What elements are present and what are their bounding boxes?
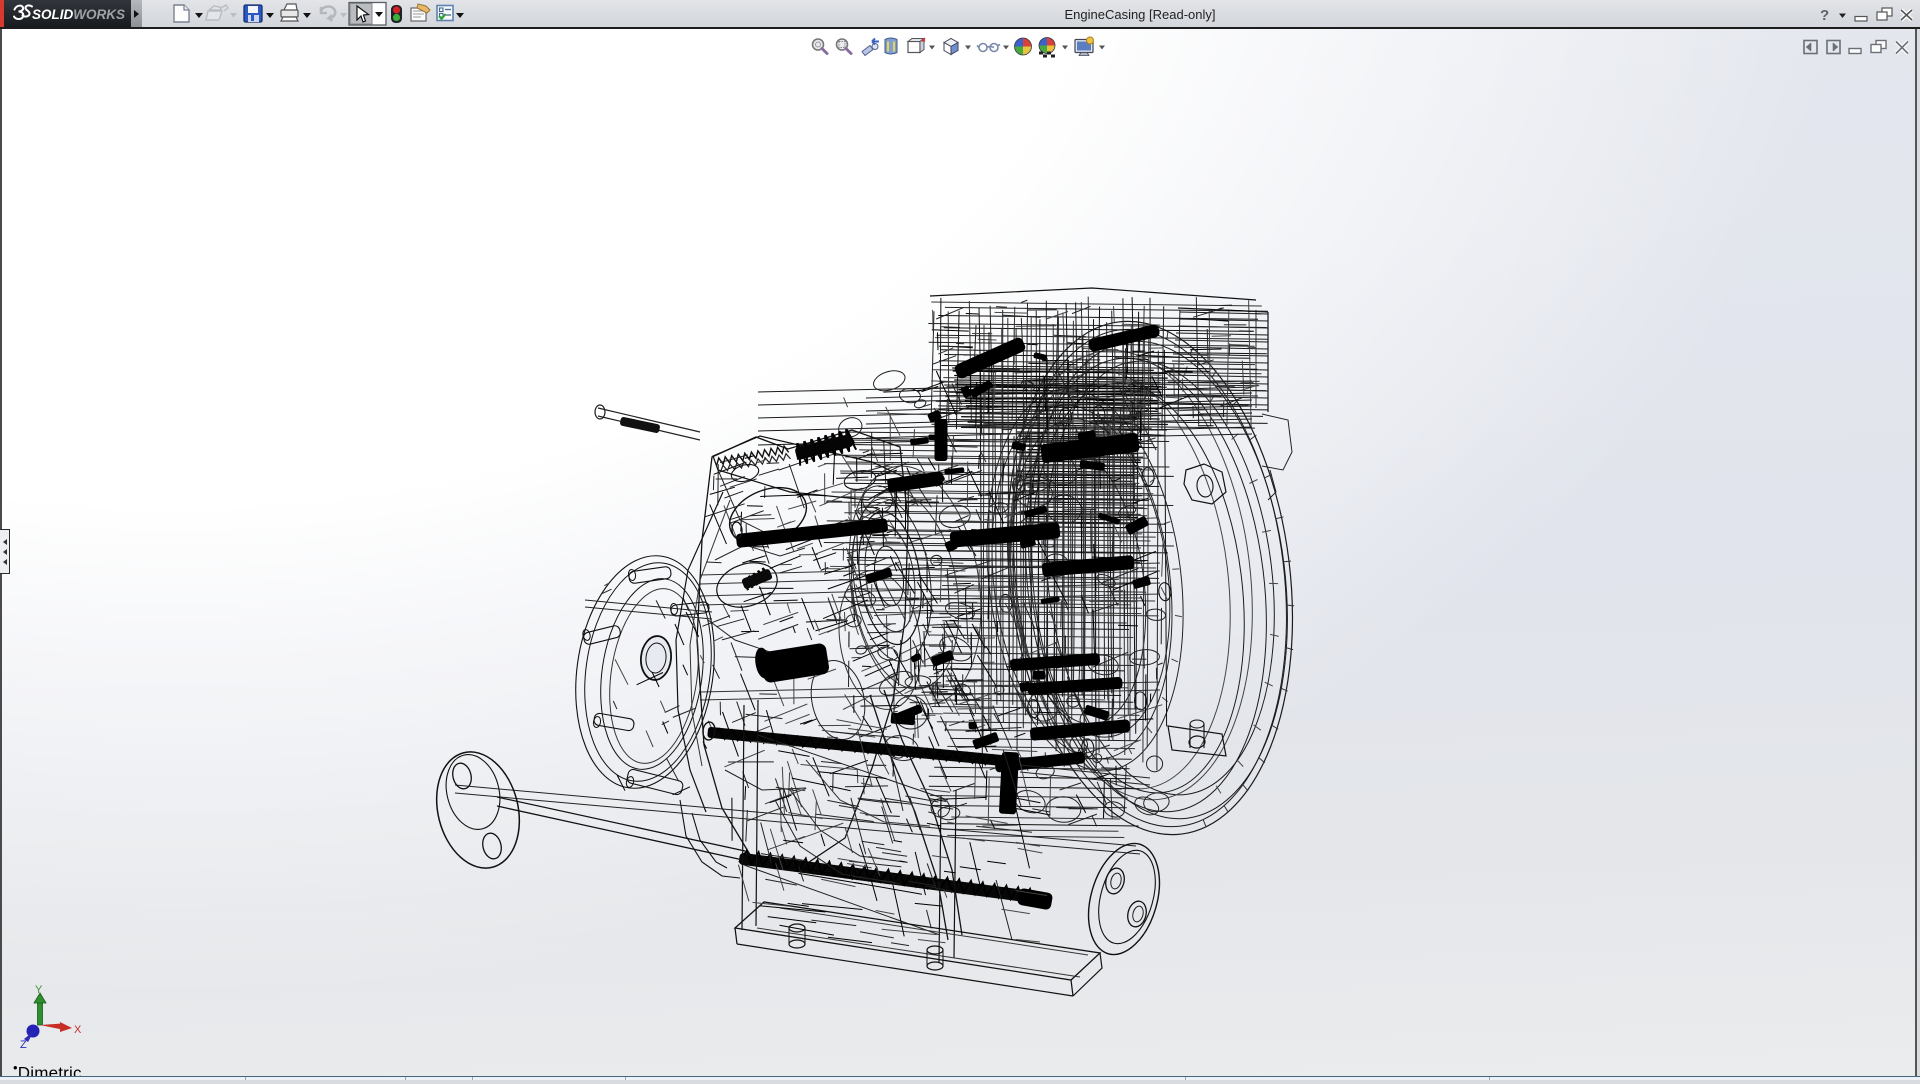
- svg-text:Z: Z: [20, 1039, 27, 1048]
- svg-text:?: ?: [1820, 7, 1829, 24]
- svg-text:SOLIDWORKS: SOLIDWORKS: [32, 7, 125, 22]
- svg-text:X: X: [74, 1024, 82, 1036]
